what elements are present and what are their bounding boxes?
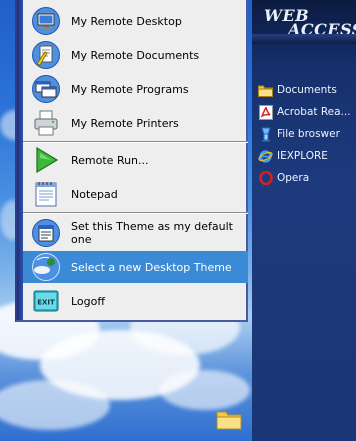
sidebar-item-label: IEXPLORE	[277, 150, 328, 162]
menu-item-set-default-theme[interactable]: Set this Theme as my default one	[23, 217, 248, 249]
acrobat-icon	[258, 104, 273, 120]
menu-item-label: My Remote Desktop	[71, 14, 182, 28]
menu-item-label: Select a new Desktop Theme	[71, 260, 232, 274]
sidebar-item-label: File broswer	[277, 128, 340, 140]
ie-icon	[258, 149, 273, 164]
run-arrow-icon	[31, 145, 61, 175]
menu-item-notepad[interactable]: Notepad	[23, 178, 248, 210]
menu-separator	[23, 141, 248, 143]
menu-item-label: My Remote Documents	[71, 48, 200, 62]
menu-item-label: Remote Run...	[71, 153, 149, 167]
sidebar-item-file-browser[interactable]: File broswer	[258, 125, 356, 143]
menu-item-remote-printers[interactable]: My Remote Printers	[23, 107, 248, 139]
start-menu: My Remote Desktop My Remote Documents My…	[15, 0, 248, 322]
sidebar-item-documents[interactable]: Documents	[258, 81, 356, 99]
theme-default-icon	[31, 218, 61, 248]
menu-item-label: Set this Theme as my default one	[71, 220, 233, 246]
menu-item-remote-run[interactable]: Remote Run...	[23, 144, 248, 176]
cloud	[0, 380, 110, 430]
file-browser-icon	[258, 127, 273, 142]
sidebar-item-label: Opera	[277, 172, 310, 184]
documents-icon	[31, 40, 61, 70]
menu-item-label: Logoff	[71, 294, 105, 308]
printer-icon	[31, 108, 61, 138]
notepad-icon	[31, 179, 61, 209]
folder-icon	[258, 83, 273, 98]
opera-icon	[258, 171, 273, 186]
menu-separator	[23, 212, 248, 214]
sidebar-item-iexplore[interactable]: IEXPLORE	[258, 147, 356, 165]
menu-item-label: My Remote Printers	[71, 116, 179, 130]
menu-item-logoff[interactable]: EXIT Logoff	[23, 285, 248, 317]
sidebar: WEB ACCESS Documents Acrobat Rea... File…	[252, 0, 356, 441]
theme-select-icon	[31, 252, 61, 282]
sidebar-item-acrobat[interactable]: Acrobat Rea...	[258, 103, 356, 121]
programs-icon	[31, 74, 61, 104]
desktop-folder-icon[interactable]	[216, 408, 242, 430]
sidebar-item-label: Acrobat Rea...	[277, 106, 351, 118]
menu-item-remote-desktop[interactable]: My Remote Desktop	[23, 5, 248, 37]
sidebar-item-label: Documents	[277, 84, 337, 96]
logo-stripe	[252, 34, 356, 44]
menu-item-remote-documents[interactable]: My Remote Documents	[23, 39, 248, 71]
exit-icon-text: EXIT	[37, 299, 55, 307]
menu-item-remote-programs[interactable]: My Remote Programs	[23, 73, 248, 105]
monitor-icon	[31, 6, 61, 36]
exit-icon: EXIT	[31, 286, 61, 316]
cloud	[160, 370, 250, 410]
menu-item-select-theme[interactable]: Select a new Desktop Theme	[23, 251, 248, 283]
sidebar-item-opera[interactable]: Opera	[258, 169, 356, 187]
menu-item-label: Notepad	[71, 187, 118, 201]
menu-item-label: My Remote Programs	[71, 82, 189, 96]
